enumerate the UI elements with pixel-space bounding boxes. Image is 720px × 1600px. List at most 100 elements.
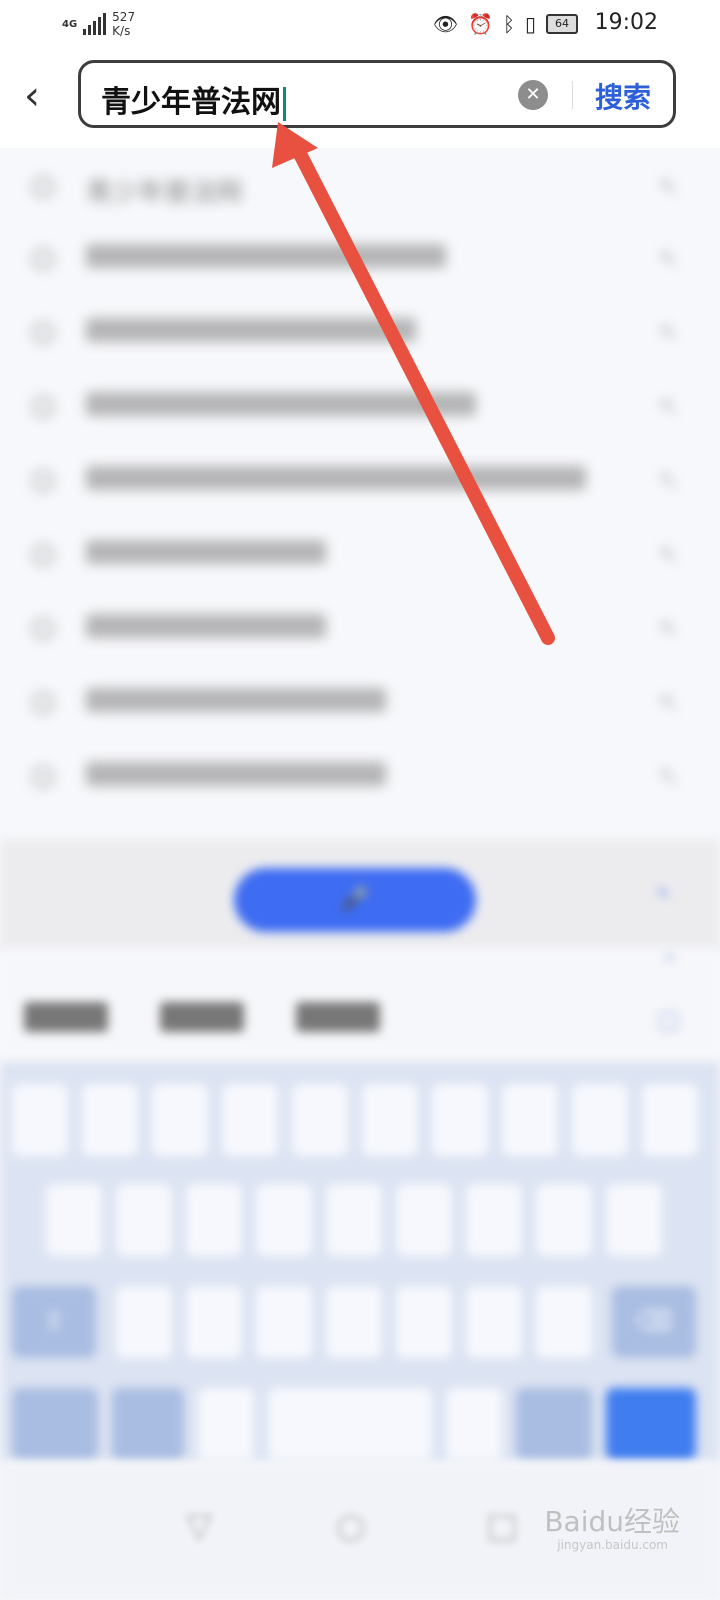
handwriting-button[interactable]: ✎ (657, 884, 670, 903)
suggestion-text-blurred (86, 392, 476, 416)
keyboard-key[interactable] (222, 1084, 278, 1156)
symbol-key[interactable] (12, 1388, 98, 1460)
keyboard-key[interactable] (502, 1084, 558, 1156)
number-key[interactable] (516, 1388, 592, 1460)
suggestion-text-blurred (86, 688, 386, 712)
list-item[interactable]: ↖ (0, 378, 720, 438)
shift-key[interactable]: ⇧ (12, 1286, 96, 1358)
expand-icon[interactable]: ▢ (657, 1006, 680, 1034)
arrow-up-left-icon[interactable]: ↖ (658, 466, 680, 496)
watermark-logo: Baidu经验 (544, 1505, 680, 1538)
status-icons: 👁 ⏰ ᛒ ▯ 64 (433, 12, 578, 36)
search-icon (32, 470, 54, 492)
arrow-up-left-icon[interactable]: ↖ (658, 392, 680, 422)
list-item[interactable]: ↖ (0, 674, 720, 734)
soft-keyboard: ⇧ ⌫ (0, 1062, 720, 1462)
chevron-left-icon[interactable]: ‹ (24, 76, 40, 116)
list-item[interactable]: ↖ (0, 748, 720, 808)
keyboard-key[interactable] (292, 1084, 348, 1156)
clock: 19:02 (594, 10, 658, 35)
list-item[interactable]: ↖ (0, 304, 720, 364)
arrow-up-left-icon[interactable]: ↖ (658, 244, 680, 274)
keyboard-key[interactable] (606, 1184, 662, 1256)
eye-icon: 👁 (432, 12, 459, 36)
keyboard-key[interactable] (256, 1184, 312, 1256)
list-item[interactable]: ↖ (0, 526, 720, 586)
keyboard-key[interactable] (642, 1084, 698, 1156)
microphone-icon: 🎤 (341, 887, 369, 912)
keyboard-key[interactable] (362, 1084, 418, 1156)
suggestion-text: 青少年普法网 (86, 178, 243, 208)
search-query-text: 青少年普法网 (101, 85, 281, 120)
search-icon (32, 544, 54, 566)
arrow-up-left-icon[interactable]: ↖ (658, 172, 680, 202)
arrow-up-left-icon[interactable]: ↖ (658, 762, 680, 792)
arrow-up-left-icon[interactable]: ↖ (658, 540, 680, 570)
search-icon (32, 618, 54, 640)
watermark-domain: jingyan.baidu.com (557, 1538, 668, 1552)
arrow-up-left-icon[interactable]: ↖ (658, 318, 680, 348)
arrow-up-left-icon[interactable]: ↖ (658, 688, 680, 718)
enter-search-key[interactable] (606, 1388, 696, 1460)
list-item[interactable]: ↖ (0, 600, 720, 660)
keyboard-key[interactable] (396, 1184, 452, 1256)
suggestion-text-blurred (86, 466, 586, 490)
keyboard-key[interactable] (256, 1286, 312, 1358)
keyboard-key[interactable] (536, 1184, 592, 1256)
search-header: ‹ 青少年普法网 ✕ 搜索 (0, 52, 720, 148)
search-icon (32, 176, 54, 198)
list-item[interactable]: ↖ (0, 452, 720, 512)
voice-input-bar: 🎤 ✎ (0, 840, 720, 950)
recents-square-icon[interactable]: □ (486, 1506, 518, 1546)
status-bar: 4G 527 K/s 👁 ⏰ ᛒ ▯ 64 19:02 (0, 0, 720, 52)
keyboard-key[interactable] (466, 1184, 522, 1256)
keyboard-key[interactable] (466, 1286, 522, 1358)
home-circle-icon[interactable]: ○ (336, 1506, 366, 1546)
space-key[interactable] (268, 1388, 432, 1460)
keyboard-key[interactable] (82, 1084, 138, 1156)
search-icon (32, 322, 54, 344)
keyboard-key[interactable] (326, 1184, 382, 1256)
bluetooth-icon: ᛒ (502, 12, 515, 36)
keyboard-key[interactable] (186, 1286, 242, 1358)
keyboard-key[interactable] (572, 1084, 628, 1156)
keyboard-key[interactable] (396, 1286, 452, 1358)
keyboard-key[interactable] (116, 1184, 172, 1256)
search-button[interactable]: 搜索 (595, 76, 651, 116)
search-icon (32, 692, 54, 714)
collapse-icon[interactable]: ⌃ (660, 950, 680, 978)
keyboard-key[interactable] (536, 1286, 592, 1358)
candidate-word[interactable] (24, 1002, 108, 1032)
search-icon (32, 766, 54, 788)
close-circle-icon[interactable]: ✕ (518, 80, 548, 110)
keyboard-key[interactable] (432, 1084, 488, 1156)
period-key[interactable] (446, 1388, 502, 1460)
voice-search-button[interactable]: 🎤 (234, 868, 476, 932)
network-speed: 527 K/s (112, 10, 135, 38)
keyboard-key[interactable] (116, 1286, 172, 1358)
suggestion-text-blurred (86, 244, 446, 268)
alarm-icon: ⏰ (468, 12, 493, 36)
candidate-word[interactable] (296, 1002, 380, 1032)
keyboard-key[interactable] (152, 1084, 208, 1156)
search-input-box[interactable]: 青少年普法网 ✕ 搜索 (78, 60, 676, 128)
language-key[interactable] (112, 1388, 184, 1460)
speed-unit: K/s (112, 24, 131, 38)
suggestion-text-blurred (86, 318, 416, 342)
keyboard-key[interactable] (12, 1084, 68, 1156)
backspace-key[interactable]: ⌫ (612, 1286, 696, 1358)
vibrate-icon: ▯ (524, 12, 536, 36)
keyboard-key[interactable] (326, 1286, 382, 1358)
list-item[interactable]: 青少年普法网 ↖ (0, 158, 720, 218)
signal-icon (83, 13, 107, 35)
keyboard-key[interactable] (46, 1184, 102, 1256)
search-input[interactable]: 青少年普法网 (101, 77, 286, 121)
list-item[interactable]: ↖ (0, 230, 720, 290)
candidate-word[interactable] (160, 1002, 244, 1032)
status-left: 4G 527 K/s (62, 10, 135, 38)
back-triangle-icon[interactable]: ▽ (186, 1506, 212, 1546)
network-type: 4G (62, 18, 78, 30)
keyboard-key[interactable] (186, 1184, 242, 1256)
arrow-up-left-icon[interactable]: ↖ (658, 614, 680, 644)
comma-key[interactable] (198, 1388, 254, 1460)
